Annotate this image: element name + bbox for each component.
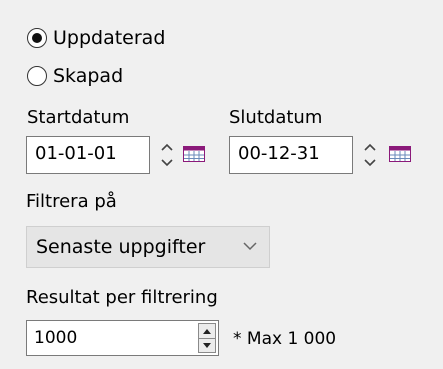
- radio-skapad-button[interactable]: [27, 66, 47, 86]
- filter-label: Filtrera på: [26, 191, 117, 212]
- results-value: 1000: [34, 328, 78, 348]
- chevron-down-icon: [243, 242, 257, 251]
- calendar-icon: [389, 146, 411, 162]
- spin-down-button[interactable]: [199, 338, 215, 352]
- radio-skapad[interactable]: Skapad: [27, 59, 123, 93]
- up-down-arrows-icon: [161, 143, 173, 167]
- end-date-stepper-icon[interactable]: [359, 136, 381, 174]
- start-date-field[interactable]: 01-01-01: [26, 136, 150, 174]
- up-down-arrows-icon: [364, 143, 376, 167]
- caret-up-icon: [203, 328, 211, 334]
- spin-up-button[interactable]: [199, 324, 215, 338]
- calendar-icon: [183, 146, 205, 162]
- radio-uppdaterad-button[interactable]: [27, 28, 47, 48]
- start-date-label: Startdatum: [27, 107, 130, 128]
- end-date-field[interactable]: 00-12-31: [229, 136, 353, 174]
- end-date-label: Slutdatum: [229, 107, 323, 128]
- filter-dropdown-value: Senaste uppgifter: [36, 236, 206, 258]
- radio-uppdaterad-label: Uppdaterad: [53, 27, 166, 49]
- end-date-calendar-icon[interactable]: [389, 146, 411, 162]
- results-max-note: * Max 1 000: [233, 329, 337, 349]
- results-label: Resultat per filtrering: [26, 287, 218, 308]
- caret-down-icon: [203, 343, 211, 348]
- radio-uppdaterad[interactable]: Uppdaterad: [27, 21, 165, 55]
- spin-arrows-icon[interactable]: [198, 323, 216, 353]
- results-spin-field[interactable]: 1000: [26, 320, 219, 356]
- filter-dropdown[interactable]: Senaste uppgifter: [26, 226, 270, 268]
- radio-skapad-label: Skapad: [53, 65, 124, 87]
- start-date-stepper-icon[interactable]: [156, 136, 178, 174]
- start-date-calendar-icon[interactable]: [183, 146, 205, 162]
